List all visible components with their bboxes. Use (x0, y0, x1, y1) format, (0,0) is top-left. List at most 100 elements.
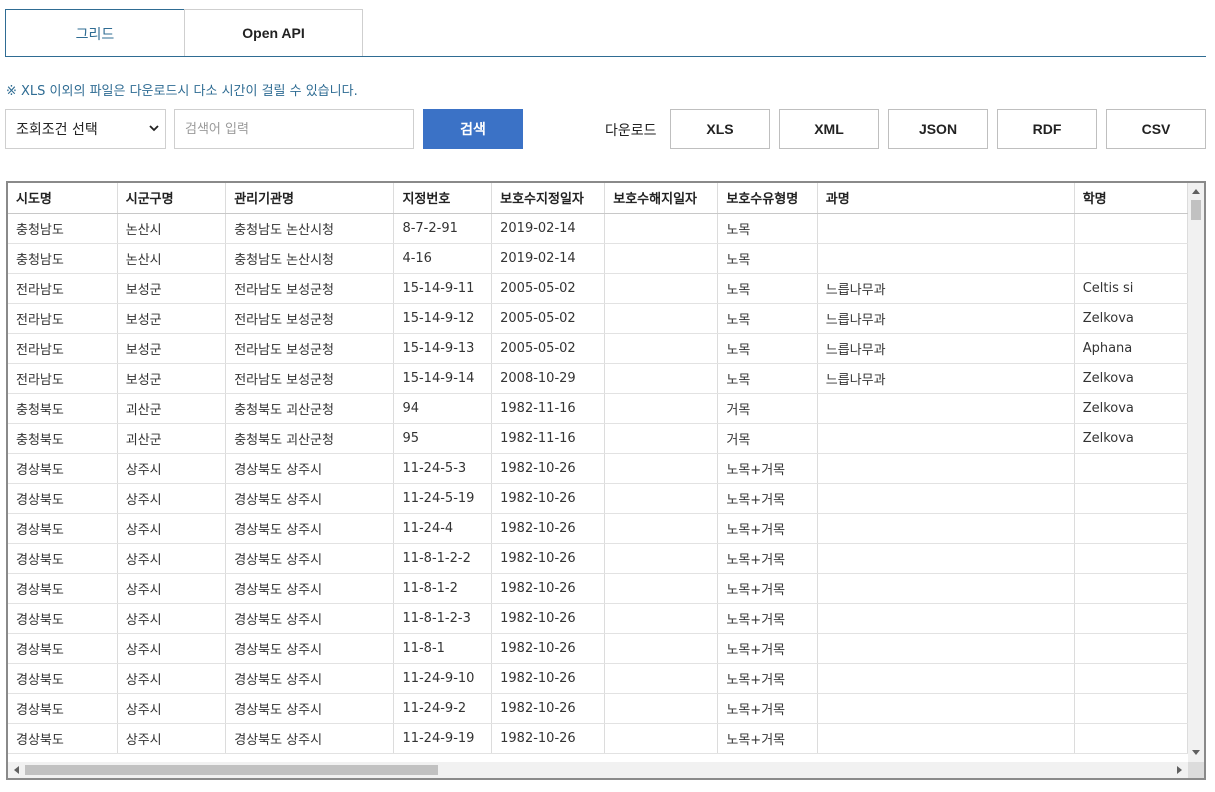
table-cell: 충청남도 (8, 213, 118, 244)
table-cell: 노목+거목 (717, 453, 818, 484)
table-cell: 경상북도 (8, 723, 118, 754)
table-cell (817, 483, 1075, 514)
column-header[interactable]: 시도명 (8, 183, 118, 214)
column-header[interactable]: 지정번호 (393, 183, 493, 214)
search-condition-value: 조회조건 선택 (16, 122, 98, 138)
table-row[interactable]: 경상북도 상주시 경상북도 상주시 11-24-9-2 1982-10-26 노목+거목 (8, 693, 1188, 724)
column-header[interactable]: 학명 (1074, 183, 1188, 214)
table-cell (1074, 213, 1188, 244)
table-row[interactable]: 충청북도 괴산군 충청북도 괴산군청 95 1982-11-16 거목 Zelkova (8, 423, 1188, 454)
arrow-right-icon[interactable] (1177, 766, 1183, 774)
table-cell: 전라남도 보성군청 (225, 363, 395, 394)
tab-grid[interactable]: 그리드 (5, 9, 185, 58)
table-row[interactable]: 충청남도 논산시 충청남도 논산시청 8-7-2-91 2019-02-14 노목 (8, 213, 1188, 244)
table-cell: Zelkova (1074, 303, 1188, 334)
table-cell (817, 663, 1075, 694)
download-xls-button[interactable]: XLS (670, 109, 770, 149)
table-cell: 보성군 (117, 363, 227, 394)
table-cell: 괴산군 (117, 393, 227, 424)
table-cell: 경상북도 (8, 513, 118, 544)
column-header[interactable]: 관리기관명 (225, 183, 395, 214)
arrow-up-icon[interactable] (1192, 188, 1200, 194)
table-cell: 11-8-1-2-3 (393, 603, 493, 634)
table-cell (1074, 663, 1188, 694)
table-row[interactable]: 경상북도 상주시 경상북도 상주시 11-24-9-19 1982-10-26 노목+거목 (8, 723, 1188, 754)
download-csv-button[interactable]: CSV (1106, 109, 1206, 149)
table-cell: 전라남도 보성군청 (225, 303, 395, 334)
table-row[interactable]: 전라남도 보성군 전라남도 보성군청 15-14-9-11 2005-05-02 노목 느릅… (8, 273, 1188, 304)
horizontal-scroll-thumb[interactable] (25, 765, 438, 775)
table-row[interactable]: 경상북도 상주시 경상북도 상주시 11-24-9-10 1982-10-26 노목+거목 (8, 663, 1188, 694)
table-cell: 2019-02-14 (491, 243, 606, 274)
table-cell: 경상북도 상주시 (225, 603, 395, 634)
table-row[interactable]: 경상북도 상주시 경상북도 상주시 11-8-1 1982-10-26 노목+거목 (8, 633, 1188, 664)
table-row[interactable]: 전라남도 보성군 전라남도 보성군청 15-14-9-12 2005-05-02 노목 느릅… (8, 303, 1188, 334)
vertical-scroll-thumb[interactable] (1191, 200, 1201, 220)
table-cell: 1982-11-16 (491, 393, 606, 424)
search-input[interactable] (174, 109, 414, 149)
table-cell: 거목 (717, 423, 818, 454)
table-row[interactable]: 충청북도 괴산군 충청북도 괴산군청 94 1982-11-16 거목 Zelkova (8, 393, 1188, 424)
table-cell (817, 633, 1075, 664)
table-cell (604, 213, 719, 244)
table-cell: 노목 (717, 333, 818, 364)
table-cell: 15-14-9-14 (393, 363, 493, 394)
table-row[interactable]: 경상북도 상주시 경상북도 상주시 11-8-1-2-2 1982-10-26 노목+거목 (8, 543, 1188, 574)
table-cell: 경상북도 (8, 483, 118, 514)
arrow-left-icon[interactable] (13, 766, 19, 774)
table-row[interactable]: 전라남도 보성군 전라남도 보성군청 15-14-9-13 2005-05-02 노목 느릅… (8, 333, 1188, 364)
column-header[interactable]: 보호수유형명 (717, 183, 818, 214)
table-cell (817, 243, 1075, 274)
table-cell: 2019-02-14 (491, 213, 606, 244)
tab-open-api[interactable]: Open API (184, 9, 363, 56)
search-button[interactable]: 검색 (423, 109, 523, 149)
table-row[interactable]: 전라남도 보성군 전라남도 보성군청 15-14-9-14 2008-10-29 노목 느릅… (8, 363, 1188, 394)
table-cell (817, 693, 1075, 724)
table-cell: 11-8-1 (393, 633, 493, 664)
table-cell: 11-8-1-2-2 (393, 543, 493, 574)
table-cell (604, 483, 719, 514)
table-cell: 2005-05-02 (491, 333, 606, 364)
table-cell: 노목+거목 (717, 693, 818, 724)
table-row[interactable]: 경상북도 상주시 경상북도 상주시 11-8-1-2 1982-10-26 노목+거목 (8, 573, 1188, 604)
arrow-down-icon[interactable] (1192, 750, 1200, 756)
table-cell: 충청남도 논산시청 (225, 213, 395, 244)
table-cell (817, 393, 1075, 424)
table-cell: 전라남도 보성군청 (225, 333, 395, 364)
data-grid: 시도명 시군구명 관리기관명 지정번호 보호수지정일자 보호수해지일자 보호수유형명 과명 학명… (6, 181, 1206, 780)
table-cell: 경상북도 (8, 603, 118, 634)
table-cell: 95 (393, 423, 493, 454)
table-row[interactable]: 경상북도 상주시 경상북도 상주시 11-24-5-19 1982-10-26 노목+거목 (8, 483, 1188, 514)
table-cell: 충청북도 (8, 423, 118, 454)
column-header[interactable]: 보호수지정일자 (491, 183, 606, 214)
download-json-button[interactable]: JSON (888, 109, 988, 149)
tab-bar: 그리드 Open API (5, 9, 1206, 58)
tab-divider (5, 56, 1206, 57)
download-xml-button[interactable]: XML (779, 109, 879, 149)
vertical-scrollbar[interactable] (1188, 183, 1204, 762)
table-row[interactable]: 경상북도 상주시 경상북도 상주시 11-24-4 1982-10-26 노목+거목 (8, 513, 1188, 544)
table-row[interactable]: 경상북도 상주시 경상북도 상주시 11-24-5-3 1982-10-26 노목+거목 (8, 453, 1188, 484)
table-cell (604, 273, 719, 304)
table-row[interactable]: 경상북도 상주시 경상북도 상주시 11-8-1-2-3 1982-10-26 노목+거목 (8, 603, 1188, 634)
table-cell (604, 693, 719, 724)
table-cell (604, 243, 719, 274)
table-cell: 노목+거목 (717, 723, 818, 754)
table-cell: Zelkova (1074, 423, 1188, 454)
table-cell: Celtis si (1074, 273, 1188, 304)
column-header[interactable]: 시군구명 (117, 183, 227, 214)
download-rdf-button[interactable]: RDF (997, 109, 1097, 149)
table-cell: 경상북도 상주시 (225, 483, 395, 514)
table-cell: 상주시 (117, 513, 227, 544)
table-cell (604, 303, 719, 334)
column-header[interactable]: 과명 (817, 183, 1075, 214)
search-condition-select[interactable]: 조회조건 선택 (5, 109, 166, 149)
table-cell: 노목+거목 (717, 573, 818, 604)
column-header[interactable]: 보호수해지일자 (604, 183, 719, 214)
table-cell: 11-24-5-3 (393, 453, 493, 484)
horizontal-scrollbar[interactable] (8, 762, 1188, 778)
table-row[interactable]: 충청남도 논산시 충청남도 논산시청 4-16 2019-02-14 노목 (8, 243, 1188, 274)
table-cell: 보성군 (117, 303, 227, 334)
table-cell: 1982-10-26 (491, 453, 606, 484)
table-cell (1074, 483, 1188, 514)
